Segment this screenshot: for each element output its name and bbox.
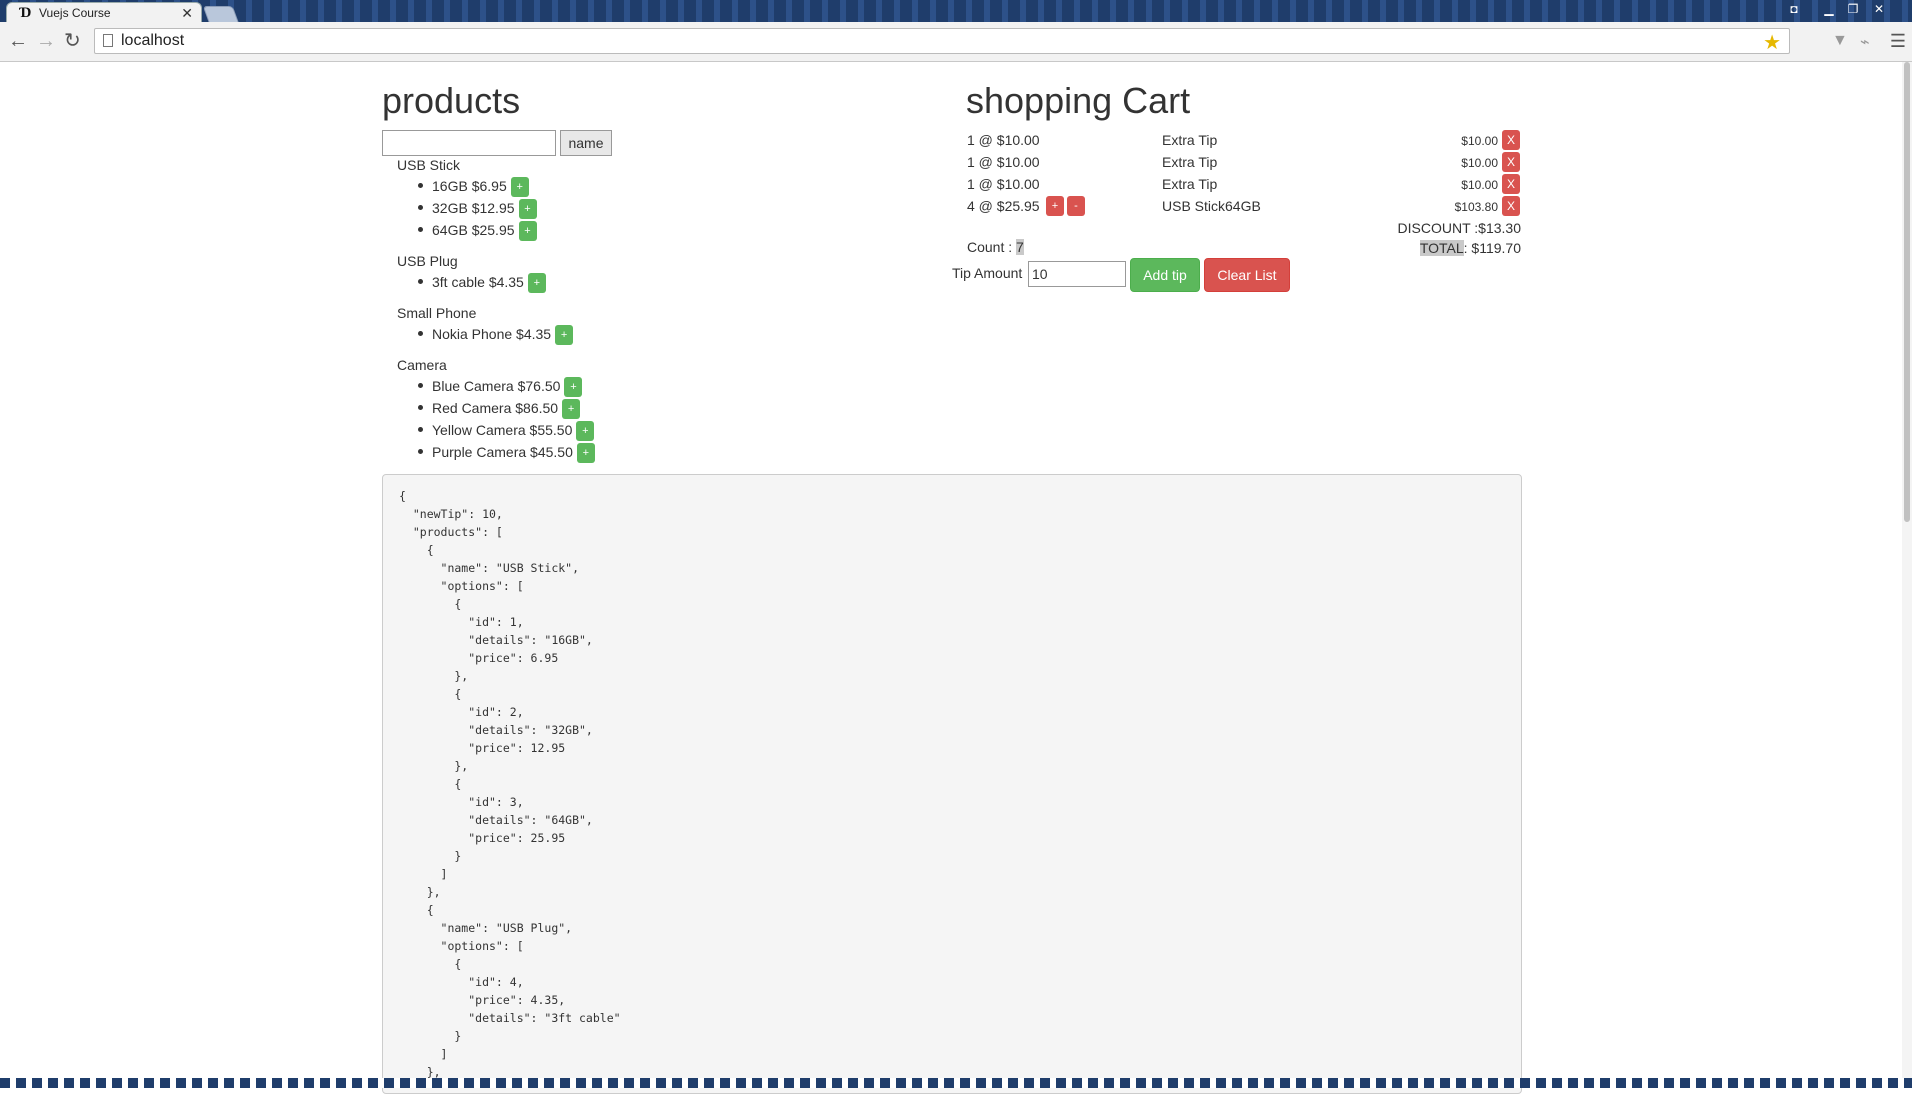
option-label: 32GB $12.95 bbox=[432, 200, 515, 216]
option-label: Purple Camera $45.50 bbox=[432, 444, 573, 460]
option-label: Nokia Phone $4.35 bbox=[432, 326, 552, 342]
window-titlebar: Ɗ Vuejs Course ✕ ◘ ▁ ❐ ✕ bbox=[0, 0, 1912, 24]
product-group-name: Camera bbox=[397, 357, 447, 373]
back-icon[interactable]: ← bbox=[8, 30, 28, 52]
bookmark-star-icon[interactable]: ★ bbox=[1763, 30, 1781, 55]
reload-icon[interactable]: ↻ bbox=[64, 30, 81, 52]
product-group-name: USB Stick bbox=[397, 157, 461, 173]
tab-title: Vuejs Course bbox=[39, 6, 111, 20]
add-to-cart-button[interactable]: + bbox=[576, 421, 595, 442]
address-bar[interactable]: localhost ★ bbox=[94, 28, 1790, 54]
add-to-cart-button[interactable]: + bbox=[510, 177, 529, 198]
cart-item-name: USB Stick64GB bbox=[1162, 198, 1261, 214]
cart-item-name: Extra Tip bbox=[1162, 132, 1218, 148]
tip-amount-label: Tip Amount bbox=[952, 265, 1023, 281]
taskbar-strip bbox=[0, 1078, 1912, 1088]
cart-title: shopping Cart bbox=[966, 80, 1191, 121]
option-label: Red Camera $86.50 bbox=[432, 400, 559, 416]
remove-item-button[interactable]: X bbox=[1502, 174, 1520, 194]
url-text: localhost bbox=[121, 32, 185, 49]
browser-menu-icon[interactable]: ☰ bbox=[1890, 31, 1906, 52]
product-option: Yellow Camera $55.50 + bbox=[418, 421, 595, 442]
cart-item-qty: 1 @ $10.00 bbox=[967, 176, 1040, 192]
browser-tab[interactable]: Ɗ Vuejs Course ✕ bbox=[6, 2, 202, 24]
add-to-cart-button[interactable]: + bbox=[562, 399, 581, 420]
discount-text: DISCOUNT :$13.30 bbox=[1397, 220, 1521, 236]
forward-icon[interactable]: → bbox=[36, 30, 56, 52]
add-to-cart-button[interactable]: + bbox=[555, 325, 574, 346]
search-input[interactable] bbox=[382, 130, 556, 156]
product-option: 16GB $6.95 + bbox=[418, 177, 529, 198]
vue-devtools-icon[interactable]: ▼ bbox=[1832, 32, 1848, 50]
remove-item-button[interactable]: X bbox=[1502, 152, 1520, 172]
cart-item-name: Extra Tip bbox=[1162, 176, 1218, 192]
remove-item-button[interactable]: X bbox=[1502, 130, 1520, 150]
add-to-cart-button[interactable]: + bbox=[518, 221, 537, 242]
product-option: Purple Camera $45.50 + bbox=[418, 443, 595, 464]
product-option: Red Camera $86.50 + bbox=[418, 399, 581, 420]
total-label: TOTAL bbox=[1419, 240, 1464, 256]
cart-item-total: $103.80 bbox=[1454, 200, 1498, 214]
count-value: 7 bbox=[1016, 239, 1024, 255]
option-label: Yellow Camera $55.50 bbox=[432, 422, 573, 438]
products-title: products bbox=[382, 80, 521, 121]
extension-icon[interactable]: ⌁ bbox=[1860, 32, 1870, 52]
add-to-cart-button[interactable]: + bbox=[576, 443, 595, 464]
cart-item-total: $10.00 bbox=[1461, 134, 1498, 148]
product-option: 32GB $12.95 + bbox=[418, 199, 537, 220]
option-label: 3ft cable $4.35 bbox=[432, 274, 524, 290]
cart-item-name: Extra Tip bbox=[1162, 154, 1218, 170]
option-label: 16GB $6.95 bbox=[432, 178, 507, 194]
cart-item-qty: 1 @ $10.00 bbox=[967, 132, 1040, 148]
increment-qty-button[interactable]: + bbox=[1046, 196, 1064, 216]
option-label: 64GB $25.95 bbox=[432, 222, 515, 238]
total-line: TOTAL: $119.70 bbox=[1419, 240, 1521, 256]
scrollbar-thumb[interactable] bbox=[1904, 62, 1910, 522]
count-label: Count : bbox=[967, 239, 1017, 255]
option-label: Blue Camera $76.50 bbox=[432, 378, 561, 394]
product-option: Nokia Phone $4.35 + bbox=[418, 325, 574, 346]
debug-json-dump: { "newTip": 10, "products": [ { "name": … bbox=[382, 474, 1522, 1094]
cart-item-qty: 4 @ $25.95 bbox=[967, 198, 1040, 214]
user-profile-icon[interactable]: ◘ bbox=[1780, 0, 1808, 18]
page-icon bbox=[103, 34, 113, 47]
minimize-icon[interactable]: ▁ bbox=[1818, 0, 1840, 18]
count-line: Count : 7 bbox=[967, 239, 1024, 255]
add-to-cart-button[interactable]: + bbox=[527, 273, 546, 294]
cart-item-total: $10.00 bbox=[1461, 156, 1498, 170]
tip-amount-input[interactable]: 10 bbox=[1028, 261, 1126, 287]
product-option: Blue Camera $76.50 + bbox=[418, 377, 583, 398]
sort-name-button[interactable]: name bbox=[560, 130, 612, 156]
product-group-name: Small Phone bbox=[397, 305, 477, 321]
add-tip-button[interactable]: Add tip bbox=[1130, 258, 1200, 292]
product-option: 64GB $25.95 + bbox=[418, 221, 537, 242]
browser-toolbar: ← → ↻ localhost ★ ▼ ⌁ ☰ bbox=[0, 22, 1912, 62]
total-value: : $119.70 bbox=[1463, 240, 1521, 256]
cart-item-total: $10.00 bbox=[1461, 178, 1498, 192]
remove-item-button[interactable]: X bbox=[1502, 196, 1520, 216]
page-scrollbar[interactable] bbox=[1902, 62, 1912, 1082]
cart-item-qty: 1 @ $10.00 bbox=[967, 154, 1040, 170]
site-favicon-icon: Ɗ bbox=[19, 5, 32, 21]
restore-icon[interactable]: ❐ bbox=[1842, 0, 1864, 18]
tab-close-icon[interactable]: ✕ bbox=[181, 3, 193, 23]
product-option: 3ft cable $4.35 + bbox=[418, 273, 546, 294]
add-to-cart-button[interactable]: + bbox=[564, 377, 583, 398]
add-to-cart-button[interactable]: + bbox=[518, 199, 537, 220]
product-group-name: USB Plug bbox=[397, 253, 458, 269]
window-close-icon[interactable]: ✕ bbox=[1866, 0, 1892, 18]
clear-list-button[interactable]: Clear List bbox=[1204, 258, 1290, 292]
decrement-qty-button[interactable]: - bbox=[1067, 196, 1085, 216]
